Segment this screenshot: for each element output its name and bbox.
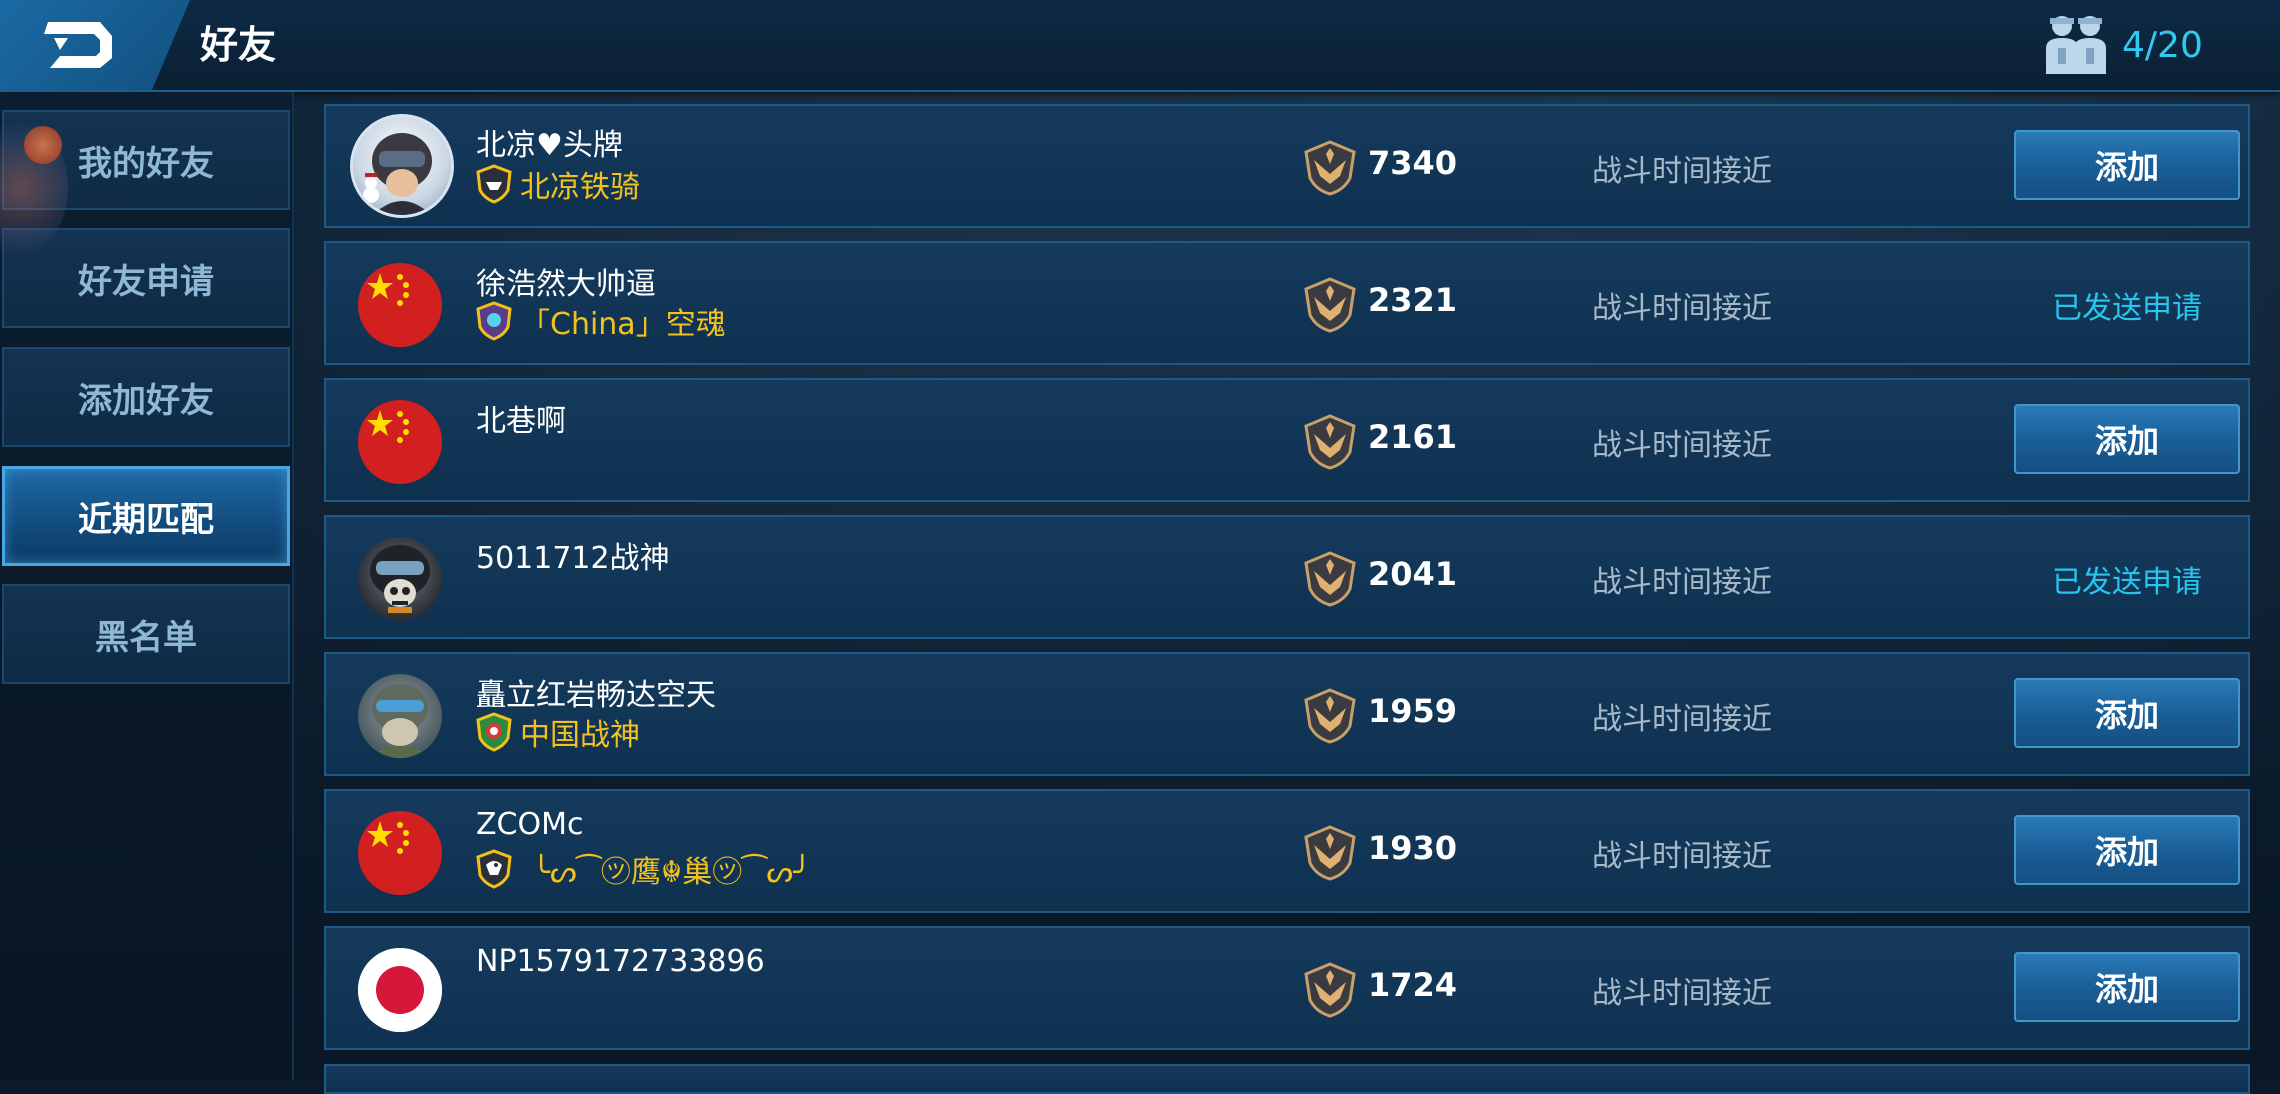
list-item[interactable]: 北巷啊 2161 战斗时间接近 添加 [324,378,2250,502]
page-title: 好友 [200,23,277,67]
tab-add-friend[interactable]: 添加好友 [2,347,290,447]
player-name: 北凉♥头牌 [476,128,623,163]
match-status: 战斗时间接近 [1592,702,1772,737]
clan-name: ╰ᔕ⁀㋡鹰☬巢㋡⁀ᔕ╯ [532,855,812,890]
friends-icon [2046,16,2106,74]
request-sent-label: 已发送申请 [2052,291,2202,326]
clan-info: 中国战神 [476,712,640,753]
china-flag-icon [358,811,442,895]
player-name: 矗立红岩畅达空天 [476,678,716,713]
tab-recent-matches[interactable]: 近期匹配 [2,466,290,566]
rating-score: 2161 [1368,418,1458,456]
rating-score: 1959 [1368,692,1458,730]
clan-info: 「China」空魂 [476,301,726,342]
match-status: 战斗时间接近 [1592,976,1772,1011]
rating-score: 2041 [1368,555,1458,593]
clan-info: 北凉铁骑 [476,164,640,205]
tab-blacklist[interactable]: 黑名单 [2,584,290,684]
rank-badge-icon [1304,551,1356,607]
rank-badge-icon [1304,962,1356,1018]
rank-badge-icon [1304,140,1356,196]
list-item[interactable]: 矗立红岩畅达空天 中国战神 1959 战斗时间接近 添加 [324,652,2250,776]
back-button[interactable] [0,0,190,90]
match-status: 战斗时间接近 [1592,291,1772,326]
tab-label: 好友申请 [78,261,214,302]
clan-badge-icon [476,849,512,889]
match-status: 战斗时间接近 [1592,154,1772,189]
tab-label: 我的好友 [78,143,214,184]
skull-pilot-avatar-icon [358,537,442,621]
rank-badge-icon [1304,688,1356,744]
rating-score: 7340 [1368,144,1458,182]
clan-badge-icon [476,301,512,341]
player-name: ZCOMc [476,807,584,842]
rating-score: 2321 [1368,281,1458,319]
clan-info: ╰ᔕ⁀㋡鹰☬巢㋡⁀ᔕ╯ [476,849,812,890]
rating-score: 1930 [1368,829,1458,867]
china-flag-icon [358,263,442,347]
game-logo-icon [44,22,112,68]
rank-badge-icon [1304,825,1356,881]
clan-badge-icon [476,712,512,752]
tab-label: 近期匹配 [78,499,214,540]
tab-label: 添加好友 [78,380,214,421]
button-label: 添加 [2094,422,2159,460]
list-item[interactable]: 5011712战神 2041 战斗时间接近 已发送申请 [324,515,2250,639]
japan-flag-icon [358,948,442,1032]
clan-name: 「China」空魂 [520,307,726,342]
list-item[interactable]: NP1579172733896 1724 战斗时间接近 添加 [324,926,2250,1050]
list-item[interactable]: 徐浩然大帅逼 「China」空魂 2321 战斗时间接近 已发送申请 [324,241,2250,365]
add-friend-button[interactable]: 添加 [2014,130,2240,200]
tab-label: 黑名单 [95,617,197,658]
button-label: 添加 [2094,833,2159,871]
china-flag-icon [358,400,442,484]
clan-name: 北凉铁骑 [520,170,640,205]
request-sent-label: 已发送申请 [2052,565,2202,600]
add-friend-button[interactable]: 添加 [2014,815,2240,885]
pilot-avatar-icon [350,114,454,218]
rank-badge-icon [1304,414,1356,470]
top-bar: 好友 4/20 [0,0,2280,92]
button-label: 添加 [2094,148,2159,186]
decorative-dot [24,126,62,164]
pilot-avatar-icon [358,674,442,758]
add-friend-button[interactable]: 添加 [2014,952,2240,1022]
list-item[interactable]: 北凉♥头牌 北凉铁骑 7340 战斗时间接近 添加 [324,104,2250,228]
match-status: 战斗时间接近 [1592,565,1772,600]
friend-count: 4/20 [2122,25,2203,66]
rank-badge-icon [1304,277,1356,333]
player-name: NP1579172733896 [476,944,765,979]
player-name: 徐浩然大帅逼 [476,267,656,302]
list-item[interactable]: ZCOMc ╰ᔕ⁀㋡鹰☬巢㋡⁀ᔕ╯ 1930 战斗时间接近 添加 [324,789,2250,913]
button-label: 添加 [2094,970,2159,1008]
rating-score: 1724 [1368,966,1458,1004]
player-name: 5011712战神 [476,541,670,576]
clan-badge-icon [476,164,512,204]
match-status: 战斗时间接近 [1592,428,1772,463]
match-status: 战斗时间接近 [1592,839,1772,874]
list-item-partial [324,1064,2250,1094]
button-label: 添加 [2094,696,2159,734]
add-friend-button[interactable]: 添加 [2014,404,2240,474]
player-name: 北巷啊 [476,404,566,439]
clan-name: 中国战神 [520,718,640,753]
add-friend-button[interactable]: 添加 [2014,678,2240,748]
